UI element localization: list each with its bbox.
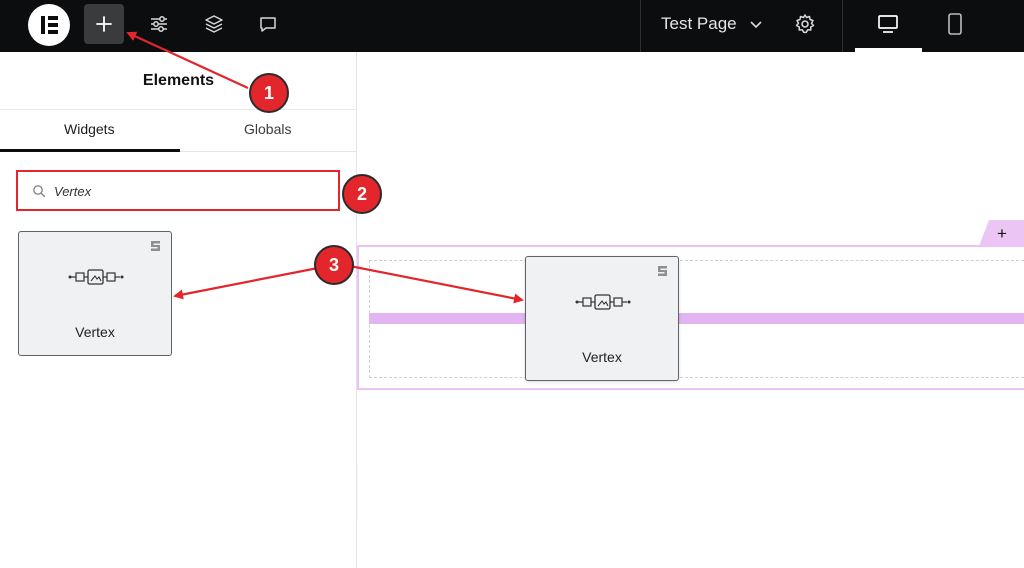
comment-icon — [260, 17, 276, 32]
annotation-marker-2: 2 — [342, 174, 382, 214]
panel-title: Elements — [142, 72, 215, 89]
add-section-plus-icon[interactable]: + — [997, 224, 1007, 244]
drop-indicator — [369, 313, 1024, 324]
widget-label: Vertex — [75, 324, 115, 340]
gear-icon — [795, 14, 815, 34]
desktop-view-button[interactable] — [868, 4, 908, 44]
layers-icon — [205, 15, 223, 33]
topbar-divider — [640, 0, 641, 52]
widget-label: Vertex — [582, 349, 622, 365]
annotation-marker-3: 3 — [314, 245, 354, 285]
plus-icon — [96, 16, 112, 32]
add-element-button[interactable] — [84, 4, 124, 44]
sliders-icon — [151, 16, 167, 32]
topbar-divider — [842, 0, 843, 52]
mobile-view-button[interactable] — [935, 4, 975, 44]
page-title[interactable]: Test Page — [661, 14, 737, 34]
pro-badge-icon — [658, 266, 667, 276]
tab-globals[interactable]: Globals — [244, 121, 291, 137]
structure-button[interactable] — [194, 4, 234, 44]
panel-divider — [0, 109, 357, 110]
pro-badge-icon — [151, 241, 160, 251]
annotation-marker-1: 1 — [249, 73, 289, 113]
notes-button[interactable] — [248, 4, 288, 44]
elementor-logo-icon[interactable] — [28, 4, 70, 46]
vertex-widget-icon — [575, 294, 631, 310]
active-tab-indicator — [0, 149, 180, 152]
vertex-widget-icon — [68, 269, 124, 285]
editor-topbar: Test Page — [0, 0, 1024, 52]
chevron-down-icon[interactable] — [748, 16, 764, 32]
tab-widgets[interactable]: Widgets — [64, 121, 115, 137]
desktop-icon — [878, 15, 898, 33]
site-settings-button[interactable] — [139, 4, 179, 44]
widget-search — [16, 170, 340, 211]
page-settings-button[interactable] — [785, 4, 825, 44]
dragging-vertex-widget[interactable]: Vertex — [525, 256, 679, 381]
vertex-widget-card[interactable]: Vertex — [18, 231, 172, 356]
search-input[interactable] — [54, 181, 324, 201]
mobile-icon — [948, 13, 962, 35]
search-icon — [33, 185, 46, 198]
elements-panel: Elements Widgets Globals Vertex — [0, 52, 357, 568]
